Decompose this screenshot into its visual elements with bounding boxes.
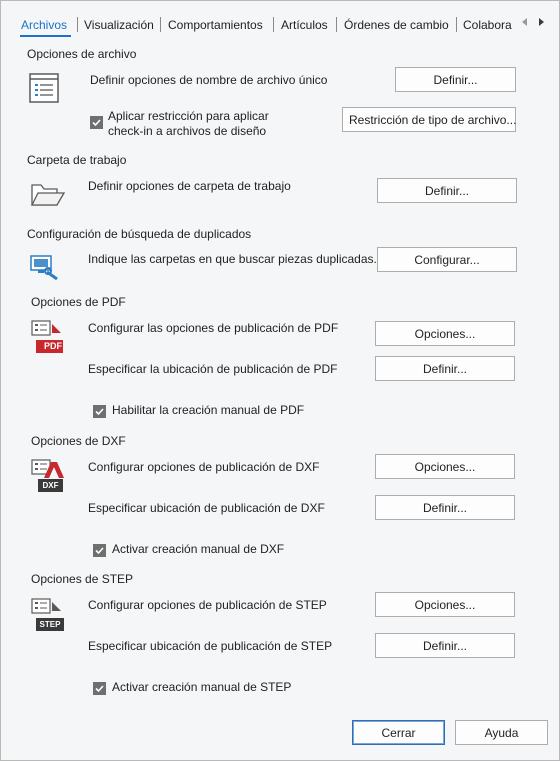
step-publish-options-label: Configurar opciones de publicación de ST…	[88, 598, 327, 612]
restriction-label-line1: Aplicar restricción para aplicar	[108, 109, 269, 123]
pdf-manual-label: Habilitar la creación manual de PDF	[112, 403, 305, 417]
section-title-pdf: Opciones de PDF	[31, 295, 126, 309]
step-options-button[interactable]: Opciones...	[375, 592, 515, 617]
tab-scroll-left-icon[interactable]	[522, 18, 527, 26]
folder-icon	[31, 184, 65, 206]
dxf-icon-text: DXF	[42, 481, 59, 490]
tab-separator	[456, 17, 457, 32]
checkmark-icon	[92, 119, 101, 127]
tab-separator	[273, 17, 274, 32]
configure-duplicates-button[interactable]: Configurar...	[377, 247, 517, 272]
dialog-footer: Cerrar Ayuda	[1, 713, 559, 760]
dxf-location-label: Especificar ubicación de publicación de …	[88, 501, 325, 515]
define-working-folder-button[interactable]: Definir...	[377, 178, 517, 203]
tab-scroll-right-icon[interactable]	[539, 18, 544, 26]
tab-colabora[interactable]: Colabora	[463, 17, 513, 33]
archivos-panel: Opciones de archivo Definir opciones de …	[19, 41, 541, 711]
help-button[interactable]: Ayuda	[455, 720, 548, 745]
checkmark-icon	[95, 408, 104, 416]
checkmark-icon	[95, 685, 104, 693]
tab-archivos[interactable]: Archivos	[21, 17, 67, 33]
tab-separator	[77, 17, 78, 32]
tab-ordenes-de-cambio[interactable]: Órdenes de cambio	[344, 17, 449, 33]
section-title-duplicates: Configuración de búsqueda de duplicados	[27, 227, 252, 241]
tab-separator	[160, 17, 161, 32]
step-location-label: Especificar ubicación de publicación de …	[88, 639, 333, 653]
pdf-options-button[interactable]: Opciones...	[375, 321, 515, 346]
dxf-define-location-button[interactable]: Definir...	[375, 495, 515, 520]
dxf-manual-checkbox[interactable]	[93, 544, 106, 557]
dxf-publish-options-label: Configurar opciones de publicación de DX…	[88, 460, 320, 474]
file-type-restriction-button[interactable]: Restricción de tipo de archivo...	[342, 107, 516, 132]
tab-comportamientos[interactable]: Comportamientos	[168, 17, 263, 33]
define-unique-name-button[interactable]: Definir...	[395, 67, 516, 92]
dxf-manual-label: Activar creación manual de DXF	[112, 542, 285, 556]
restriction-label-line2: check-in a archivos de diseño	[108, 124, 267, 138]
tab-articulos[interactable]: Artículos	[281, 17, 328, 33]
duplicates-label: Indique las carpetas en que buscar pieza…	[88, 252, 377, 266]
pdf-publish-options-label: Configurar las opciones de publicación d…	[88, 321, 339, 335]
restriction-checkbox[interactable]	[90, 116, 103, 129]
tab-visualizacion[interactable]: Visualización	[84, 17, 154, 33]
pdf-manual-checkbox[interactable]	[93, 405, 106, 418]
section-title-working-folder: Carpeta de trabajo	[27, 153, 127, 167]
dxf-options-button[interactable]: Opciones...	[375, 454, 515, 479]
active-tab-indicator	[20, 35, 71, 37]
pdf-icon-text: PDF	[44, 341, 62, 351]
step-define-location-button[interactable]: Definir...	[375, 633, 515, 658]
section-title-file-options: Opciones de archivo	[27, 47, 137, 61]
tab-separator	[336, 17, 337, 32]
pdf-define-location-button[interactable]: Definir...	[375, 356, 515, 381]
working-folder-label: Definir opciones de carpeta de trabajo	[88, 179, 291, 193]
pdf-location-label: Especificar la ubicación de publicación …	[88, 362, 338, 376]
step-icon-text: STEP	[39, 620, 61, 629]
close-button[interactable]: Cerrar	[352, 720, 445, 745]
tab-strip: Archivos Visualización Comportamientos A…	[1, 1, 559, 41]
step-manual-checkbox[interactable]	[93, 682, 106, 695]
file-list-icon	[29, 73, 59, 103]
unique-name-label: Definir opciones de nombre de archivo ún…	[90, 73, 328, 87]
section-title-dxf: Opciones de DXF	[31, 434, 126, 448]
checkmark-icon	[95, 547, 104, 555]
step-manual-label: Activar creación manual de STEP	[112, 680, 292, 694]
section-title-step: Opciones de STEP	[31, 572, 134, 586]
duplicate-search-icon	[30, 255, 58, 280]
options-dialog: Archivos Visualización Comportamientos A…	[0, 0, 560, 761]
